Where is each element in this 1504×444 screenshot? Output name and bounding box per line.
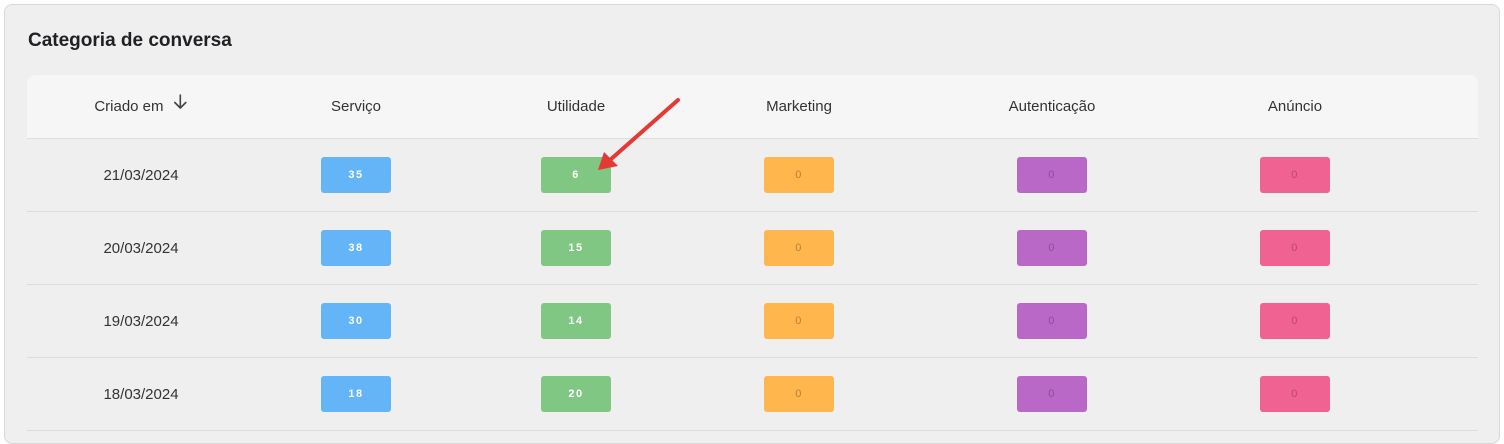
card-title: Categoria de conversa — [28, 30, 232, 51]
utilidade-count-badge: 6 — [541, 157, 611, 193]
utilidade-count-badge: 15 — [541, 230, 611, 266]
autenticacao-count-badge: 0 — [1017, 376, 1087, 412]
marketing-count-badge: 0 — [764, 230, 834, 266]
marketing-count-badge: 0 — [764, 376, 834, 412]
table-row: 18/03/2024 18 20 0 0 0 — [27, 358, 1478, 431]
conversation-category-card: Categoria de conversa Criado em Serviço … — [4, 4, 1500, 444]
anuncio-count-badge: 0 — [1260, 303, 1330, 339]
conversation-category-table: Criado em Serviço Utilidade Marketing Au… — [27, 75, 1478, 431]
anuncio-count-badge: 0 — [1260, 157, 1330, 193]
arrow-down-icon[interactable] — [174, 74, 188, 137]
column-header-anuncio[interactable]: Anúncio — [1268, 75, 1322, 138]
servico-count-badge: 35 — [321, 157, 391, 193]
autenticacao-count-badge: 0 — [1017, 230, 1087, 266]
row-date: 21/03/2024 — [103, 166, 179, 184]
column-header-servico[interactable]: Serviço — [331, 75, 381, 138]
row-date: 18/03/2024 — [103, 385, 179, 403]
autenticacao-count-badge: 0 — [1017, 303, 1087, 339]
column-header-utilidade[interactable]: Utilidade — [547, 75, 605, 138]
anuncio-count-badge: 0 — [1260, 230, 1330, 266]
autenticacao-count-badge: 0 — [1017, 157, 1087, 193]
anuncio-count-badge: 0 — [1260, 376, 1330, 412]
utilidade-count-badge: 20 — [541, 376, 611, 412]
column-header-label: Criado em — [94, 98, 164, 115]
row-date: 19/03/2024 — [103, 312, 179, 330]
servico-count-badge: 18 — [321, 376, 391, 412]
servico-count-badge: 38 — [321, 230, 391, 266]
table-row: 20/03/2024 38 15 0 0 0 — [27, 212, 1478, 285]
marketing-count-badge: 0 — [764, 303, 834, 339]
column-header-autenticacao[interactable]: Autenticação — [1009, 75, 1096, 138]
row-date: 20/03/2024 — [103, 239, 179, 257]
servico-count-badge: 30 — [321, 303, 391, 339]
table-row: 19/03/2024 30 14 0 0 0 — [27, 285, 1478, 358]
marketing-count-badge: 0 — [764, 157, 834, 193]
column-header-criado-em[interactable]: Criado em — [94, 75, 187, 138]
table-row: 21/03/2024 35 6 0 0 0 — [27, 139, 1478, 212]
table-header: Criado em Serviço Utilidade Marketing Au… — [27, 75, 1478, 139]
column-header-marketing[interactable]: Marketing — [766, 75, 832, 138]
utilidade-count-badge: 14 — [541, 303, 611, 339]
